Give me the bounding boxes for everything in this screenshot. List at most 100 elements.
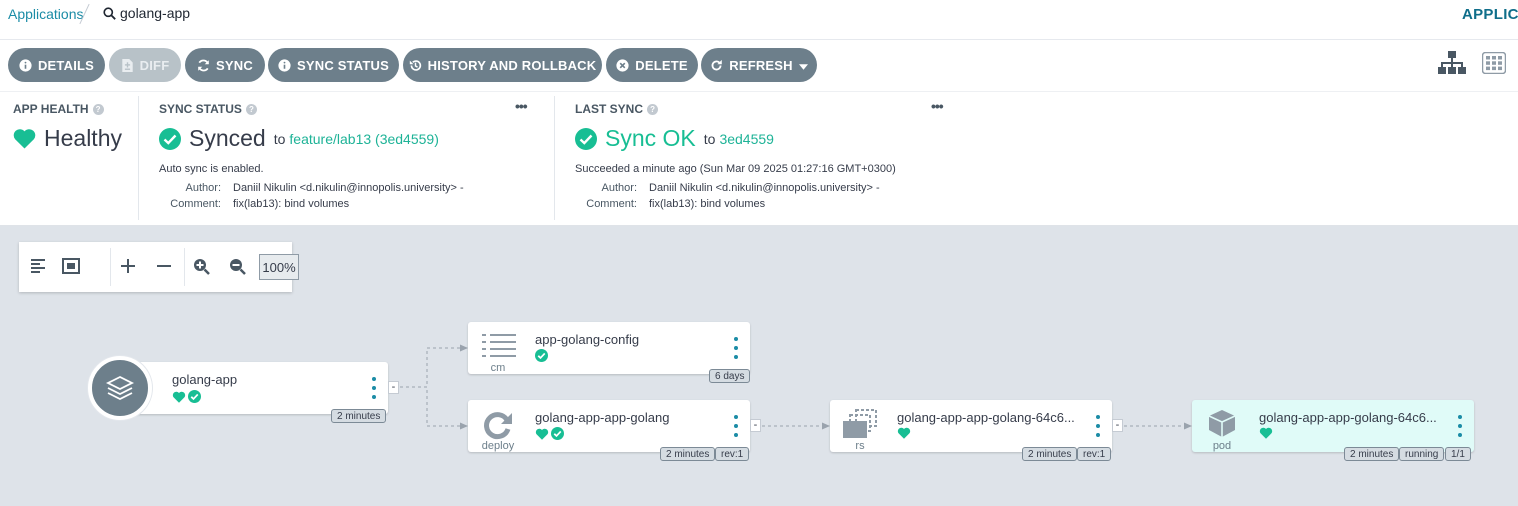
- node-kind: deploy: [481, 440, 515, 452]
- sync-label: SYNC: [216, 57, 253, 73]
- health-status-text: Healthy: [44, 125, 122, 151]
- sync-comment-row: Comment: fix(lab13): bind volumes: [159, 198, 349, 210]
- resource-node-pod[interactable]: pod golang-app-app-golang-64c6... 2 minu…: [1192, 400, 1474, 461]
- sync-status-label: SYNC STATUS: [296, 57, 389, 73]
- node-name: golang-app-app-golang-64c6...: [1259, 410, 1437, 425]
- last-sync-comment-row: Comment: fix(lab13): bind volumes: [575, 198, 765, 210]
- app-health-header: APP HEALTH ?: [13, 102, 104, 116]
- configmap-icon: [482, 334, 516, 357]
- sync-status-button[interactable]: SYNC STATUS: [268, 48, 399, 82]
- author-key: Author:: [601, 182, 637, 194]
- file-diff-icon: [121, 58, 134, 72]
- app-health-value: Healthy: [13, 125, 122, 152]
- diff-label: DIFF: [139, 57, 170, 73]
- node-menu-icon[interactable]: [731, 415, 741, 437]
- sync-status-title: SYNC STATUS: [159, 102, 242, 116]
- details-button[interactable]: DETAILS: [8, 48, 105, 82]
- sync-target-link[interactable]: feature/lab13 (3ed4559): [289, 131, 438, 147]
- node-menu-icon[interactable]: [1093, 415, 1103, 437]
- application-icon: [88, 356, 152, 420]
- node-age-badge: 2 minutes: [1022, 447, 1078, 461]
- grid-view-icon[interactable]: [1482, 52, 1506, 74]
- resource-node-configmap[interactable]: cm app-golang-config 6 days: [468, 322, 751, 383]
- node-status-icons: [535, 427, 564, 440]
- sync-status-value: Synced to feature/lab13 (3ed4559): [159, 125, 439, 152]
- page-title: APPLICA: [1462, 6, 1518, 23]
- info-icon: [19, 58, 32, 72]
- help-icon[interactable]: ?: [647, 103, 659, 115]
- sync-button[interactable]: SYNC: [185, 48, 265, 82]
- diff-button[interactable]: DIFF: [109, 48, 181, 82]
- node-name: golang-app: [172, 372, 238, 387]
- node-status-icons: [172, 390, 201, 403]
- node-kind: rs: [855, 440, 865, 452]
- comment-key: Comment:: [586, 198, 637, 210]
- node-menu-icon[interactable]: [731, 337, 741, 359]
- resource-node-replicaset[interactable]: rs golang-app-app-golang-64c6... 2 minut…: [830, 400, 1112, 461]
- history-rollback-button[interactable]: HISTORY AND ROLLBACK: [403, 48, 602, 82]
- sync-to-label: to: [273, 130, 286, 147]
- pod-cube-icon: [1208, 410, 1236, 437]
- author-key: Author:: [185, 182, 221, 194]
- check-circle-icon: [551, 427, 564, 440]
- help-icon[interactable]: ?: [92, 103, 104, 115]
- help-icon[interactable]: ?: [245, 103, 257, 115]
- node-menu-icon[interactable]: [369, 377, 379, 399]
- sync-author-row: Author: Daniil Nikulin <d.nikulin@innopo…: [159, 182, 464, 194]
- sync-status-text: Synced: [189, 125, 266, 151]
- last-sync-to-label: to: [703, 130, 716, 147]
- collapse-toggle[interactable]: -: [388, 381, 399, 394]
- heart-icon: [897, 427, 911, 439]
- node-name: app-golang-config: [535, 332, 640, 347]
- node-age-badge: 2 minutes: [660, 447, 716, 461]
- column-divider: [554, 96, 555, 220]
- author-value: Daniil Nikulin <d.nikulin@innopolis.univ…: [649, 182, 880, 194]
- top-bar: Applications golang-app APPLICA: [0, 0, 1518, 40]
- refresh-button[interactable]: REFRESH: [701, 48, 817, 82]
- sync-icon: [197, 59, 210, 72]
- sync-status-header: SYNC STATUS ?: [159, 102, 257, 116]
- comment-key: Comment:: [170, 198, 221, 210]
- node-status-icons: [1259, 427, 1273, 439]
- deployment-icon: [484, 412, 512, 440]
- breadcrumb-applications-link[interactable]: Applications: [8, 6, 84, 22]
- last-sync-text: Sync OK: [605, 125, 696, 151]
- sync-status-more-icon[interactable]: •••: [515, 98, 528, 114]
- comment-value: fix(lab13): bind volumes: [233, 198, 350, 210]
- node-revision-badge: rev:1: [715, 447, 750, 461]
- check-circle-icon: [188, 390, 201, 403]
- collapse-toggle[interactable]: -: [1112, 419, 1123, 432]
- node-status-icons: [535, 349, 548, 362]
- resource-node-deployment[interactable]: deploy golang-app-app-golang 2 minutes r…: [468, 400, 750, 461]
- author-value: Daniil Nikulin <d.nikulin@innopolis.univ…: [233, 182, 464, 194]
- tree-view-icon[interactable]: [1438, 51, 1466, 75]
- last-sync-header: LAST SYNC ?: [575, 102, 659, 116]
- last-sync-more-icon[interactable]: •••: [931, 98, 944, 114]
- check-circle-icon: [535, 349, 548, 362]
- pod-status-badge: running: [1399, 447, 1445, 461]
- breadcrumb-current: golang-app: [103, 5, 190, 21]
- comment-value: fix(lab13): bind volumes: [649, 198, 766, 210]
- node-name: golang-app-app-golang: [535, 410, 670, 425]
- resource-tree-canvas[interactable]: 100% golang-app 2 minutes - cm app-golan…: [0, 226, 1518, 506]
- delete-button[interactable]: DELETE: [606, 48, 698, 82]
- last-sync-title: LAST SYNC: [575, 102, 644, 116]
- replicaset-icon: [843, 409, 877, 438]
- check-circle-icon: [159, 127, 181, 150]
- redo-icon: [710, 59, 723, 72]
- node-kind: cm: [490, 362, 506, 374]
- last-sync-revision-link[interactable]: 3ed4559: [719, 131, 774, 147]
- collapse-toggle[interactable]: -: [750, 419, 761, 432]
- refresh-label: REFRESH: [729, 57, 793, 73]
- node-name: golang-app-app-golang-64c6...: [897, 410, 1075, 425]
- history-icon: [409, 59, 422, 72]
- node-kind: pod: [1212, 440, 1232, 452]
- app-node-golang-app[interactable]: golang-app 2 minutes: [130, 362, 388, 423]
- search-icon: [103, 6, 116, 20]
- heart-icon: [535, 428, 549, 440]
- check-circle-icon: [575, 127, 597, 150]
- node-menu-icon[interactable]: [1455, 415, 1465, 437]
- current-app-name: golang-app: [120, 5, 191, 21]
- last-sync-author-row: Author: Daniil Nikulin <d.nikulin@innopo…: [575, 182, 880, 194]
- heart-icon: [13, 129, 36, 149]
